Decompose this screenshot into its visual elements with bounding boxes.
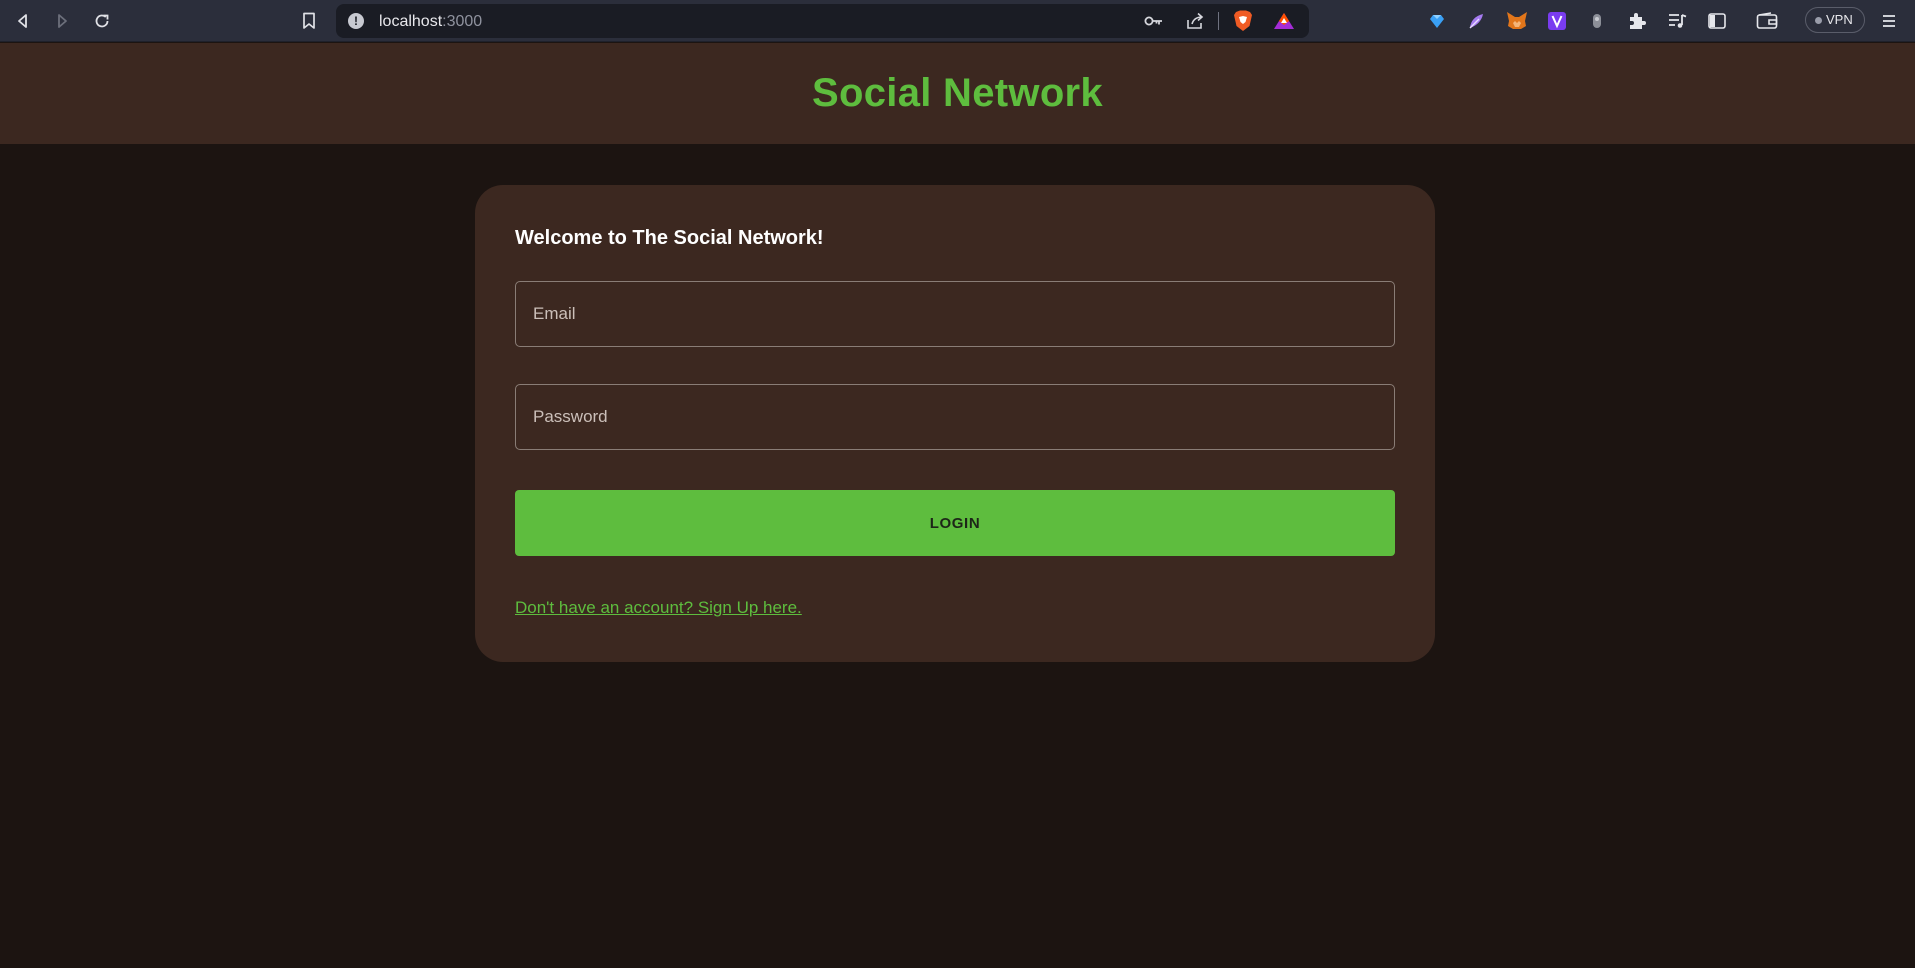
grey-extension-icon[interactable] bbox=[1585, 9, 1609, 33]
metamask-fox-icon[interactable] bbox=[1505, 9, 1529, 33]
password-field[interactable] bbox=[515, 384, 1395, 450]
vpn-button[interactable]: VPN bbox=[1805, 7, 1865, 33]
login-card: Welcome to The Social Network! LOGIN Don… bbox=[475, 185, 1435, 662]
site-title: Social Network bbox=[812, 71, 1103, 115]
share-icon[interactable] bbox=[1184, 11, 1206, 31]
menu-icon[interactable] bbox=[1877, 9, 1901, 33]
wallet-icon[interactable] bbox=[1755, 9, 1779, 33]
brave-shields-icon[interactable] bbox=[1232, 10, 1254, 31]
bookmark-icon[interactable] bbox=[296, 9, 322, 33]
crystal-extension-icon[interactable] bbox=[1425, 9, 1449, 33]
login-button[interactable]: LOGIN bbox=[515, 490, 1395, 556]
url-text[interactable]: localhost:3000 bbox=[379, 13, 482, 31]
url-divider bbox=[1218, 12, 1219, 30]
playlist-icon[interactable] bbox=[1665, 9, 1689, 33]
signup-link[interactable]: Don't have an account? Sign Up here. bbox=[515, 598, 802, 618]
reload-icon[interactable] bbox=[89, 9, 115, 33]
url-host: localhost bbox=[379, 13, 443, 30]
forward-icon[interactable] bbox=[49, 9, 75, 33]
feather-extension-icon[interactable] bbox=[1465, 9, 1489, 33]
site-header: Social Network bbox=[0, 43, 1915, 144]
email-field[interactable] bbox=[515, 281, 1395, 347]
sidebar-toggle-icon[interactable] bbox=[1705, 9, 1729, 33]
back-icon[interactable] bbox=[10, 9, 36, 33]
welcome-heading: Welcome to The Social Network! bbox=[515, 227, 824, 249]
browser-toolbar: ! localhost:3000 VPN bbox=[0, 0, 1915, 42]
extensions-puzzle-icon[interactable] bbox=[1625, 9, 1649, 33]
key-icon[interactable] bbox=[1143, 11, 1165, 31]
vpn-label: VPN bbox=[1826, 12, 1853, 27]
url-port: :3000 bbox=[442, 13, 483, 30]
vpn-status-dot bbox=[1815, 17, 1822, 24]
v-extension-icon[interactable] bbox=[1545, 9, 1569, 33]
site-info-icon[interactable]: ! bbox=[348, 13, 364, 29]
bat-rewards-icon[interactable] bbox=[1273, 11, 1295, 31]
address-bar[interactable]: ! localhost:3000 bbox=[336, 4, 1309, 38]
